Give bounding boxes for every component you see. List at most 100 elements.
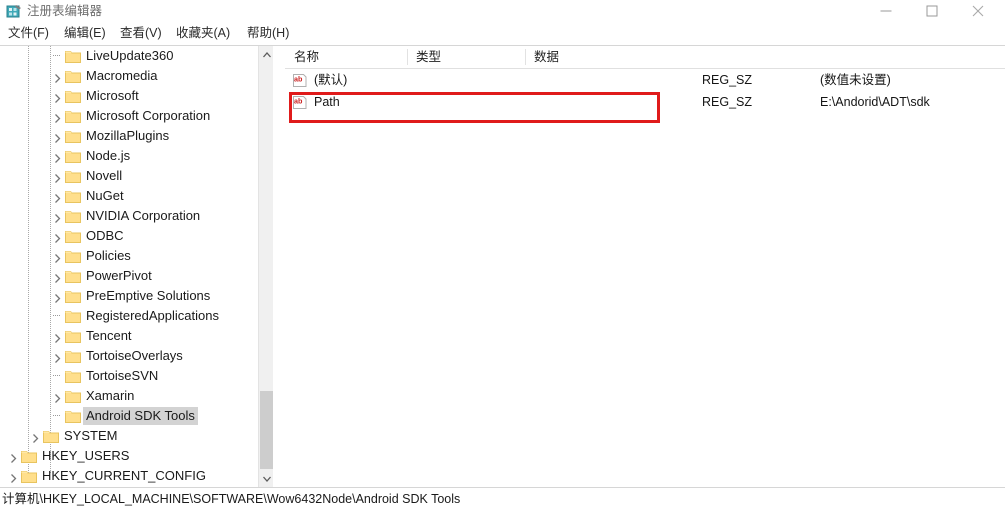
chevron-right-icon[interactable]: [52, 151, 63, 163]
folder-icon: [65, 289, 81, 303]
title-bar: 注册表编辑器: [0, 0, 1005, 22]
chevron-right-icon[interactable]: [8, 471, 19, 483]
folder-icon: [65, 269, 81, 283]
column-divider[interactable]: [525, 49, 526, 65]
column-header-label: 数据: [534, 50, 560, 64]
tree-item-label: Microsoft Corporation: [86, 108, 211, 123]
chevron-right-icon[interactable]: [52, 271, 63, 283]
tree-item-odbc[interactable]: ODBC: [0, 226, 272, 246]
chevron-right-icon[interactable]: [52, 291, 63, 303]
tree-item-label: SYSTEM: [64, 428, 118, 443]
scrollbar-thumb[interactable]: [260, 391, 273, 469]
tree-item-label: Xamarin: [86, 388, 135, 403]
tree-item-liveupdate360[interactable]: LiveUpdate360: [0, 46, 272, 66]
chevron-right-icon[interactable]: [52, 71, 63, 83]
folder-icon: [65, 249, 81, 263]
menu-item-4[interactable]: 帮助(H): [245, 25, 291, 42]
column-divider[interactable]: [407, 49, 408, 65]
tree-item-macromedia[interactable]: Macromedia: [0, 66, 272, 86]
menu-item-3[interactable]: 收藏夹(A): [174, 25, 232, 42]
tree-vertical-scrollbar[interactable]: [258, 46, 274, 487]
value-type: REG_SZ: [702, 95, 753, 109]
registry-values-list[interactable]: 名称 类型 数据 ab (默认) REG_SZ (数值未设置) ab Path REG_SZ E:…: [285, 46, 1005, 487]
tree-item-tortoiseoverlays[interactable]: TortoiseOverlays: [0, 346, 272, 366]
folder-icon: [65, 409, 81, 423]
tree-item-hkey-current-config[interactable]: HKEY_CURRENT_CONFIG: [0, 466, 272, 486]
folder-icon: [65, 69, 81, 83]
chevron-right-icon[interactable]: [52, 171, 63, 183]
menu-item-0[interactable]: 文件(F): [6, 25, 51, 42]
value-row[interactable]: ab (默认) REG_SZ (数值未设置): [285, 70, 1005, 91]
chevron-right-icon[interactable]: [52, 331, 63, 343]
tree-item-hkey-users[interactable]: HKEY_USERS: [0, 446, 272, 466]
column-header-label: 类型: [416, 50, 442, 64]
regedit-icon: [6, 3, 22, 19]
tree-item-label: Microsoft: [86, 88, 139, 103]
tree-connector: [53, 415, 60, 416]
menu-item-2[interactable]: 查看(V): [118, 25, 164, 42]
chevron-right-icon[interactable]: [52, 231, 63, 243]
close-button[interactable]: [955, 0, 1001, 22]
folder-icon: [43, 429, 59, 443]
tree-item-microsoft[interactable]: Microsoft: [0, 86, 272, 106]
tree-item-mozillaplugins[interactable]: MozillaPlugins: [0, 126, 272, 146]
tree-item-label: Tencent: [86, 328, 132, 343]
registry-tree[interactable]: LiveUpdate360 Macromedia Microsoft Microsof…: [0, 46, 272, 487]
chevron-right-icon[interactable]: [30, 431, 41, 443]
tree-item-label: PowerPivot: [86, 268, 152, 283]
tree-item-tortoisesvn[interactable]: TortoiseSVN: [0, 366, 272, 386]
status-path: 计算机\HKEY_LOCAL_MACHINE\SOFTWARE\Wow6432N…: [2, 492, 461, 506]
panel-splitter[interactable]: [273, 46, 278, 487]
tree-item-label: Policies: [86, 248, 131, 263]
menu-item-1[interactable]: 编辑(E): [62, 25, 108, 42]
tree-item-microsoft-corporation[interactable]: Microsoft Corporation: [0, 106, 272, 126]
chevron-right-icon[interactable]: [52, 391, 63, 403]
tree-item-label: RegisteredApplications: [86, 308, 219, 323]
tree-connector: [53, 55, 60, 56]
menu-bar: 文件(F) 编辑(E) 查看(V) 收藏夹(A) 帮助(H): [0, 22, 1005, 45]
minimize-button[interactable]: [863, 0, 909, 22]
chevron-right-icon[interactable]: [52, 251, 63, 263]
folder-icon: [65, 369, 81, 383]
tree-item-preemptive-solutions[interactable]: PreEmptive Solutions: [0, 286, 272, 306]
tree-item-xamarin[interactable]: Xamarin: [0, 386, 272, 406]
folder-icon: [65, 209, 81, 223]
folder-icon: [21, 469, 37, 483]
chevron-right-icon[interactable]: [8, 451, 19, 463]
maximize-button[interactable]: [909, 0, 955, 22]
column-header-0[interactable]: 名称: [285, 46, 407, 68]
tree-item-node-js[interactable]: Node.js: [0, 146, 272, 166]
tree-item-tencent[interactable]: Tencent: [0, 326, 272, 346]
tree-connector: [53, 315, 60, 316]
folder-icon: [65, 309, 81, 323]
tree-item-nuget[interactable]: NuGet: [0, 186, 272, 206]
chevron-right-icon[interactable]: [52, 91, 63, 103]
scroll-down-button[interactable]: [259, 470, 274, 487]
tree-item-android-sdk-tools[interactable]: Android SDK Tools: [0, 406, 272, 426]
tree-connector: [53, 375, 60, 376]
tree-item-label: NVIDIA Corporation: [86, 208, 201, 223]
chevron-right-icon[interactable]: [52, 131, 63, 143]
column-header-1[interactable]: 类型: [407, 46, 525, 68]
tree-item-label: NuGet: [86, 188, 124, 203]
tree-item-system[interactable]: SYSTEM: [0, 426, 272, 446]
chevron-right-icon[interactable]: [52, 111, 63, 123]
tree-item-registeredapplications[interactable]: RegisteredApplications: [0, 306, 272, 326]
chevron-right-icon[interactable]: [52, 191, 63, 203]
folder-icon: [65, 169, 81, 183]
folder-icon: [65, 129, 81, 143]
folder-icon: [65, 329, 81, 343]
value-row[interactable]: ab Path REG_SZ E:\Andorid\ADT\sdk: [285, 92, 1005, 113]
folder-icon: [65, 109, 81, 123]
value-name: Path: [314, 95, 340, 109]
string-value-icon: ab: [292, 73, 308, 88]
tree-item-novell[interactable]: Novell: [0, 166, 272, 186]
tree-item-nvidia-corporation[interactable]: NVIDIA Corporation: [0, 206, 272, 226]
tree-item-policies[interactable]: Policies: [0, 246, 272, 266]
folder-icon: [21, 449, 37, 463]
chevron-right-icon[interactable]: [52, 351, 63, 363]
tree-item-powerpivot[interactable]: PowerPivot: [0, 266, 272, 286]
column-header-2[interactable]: 数据: [525, 46, 1005, 68]
chevron-right-icon[interactable]: [52, 211, 63, 223]
scroll-up-button[interactable]: [259, 46, 274, 63]
